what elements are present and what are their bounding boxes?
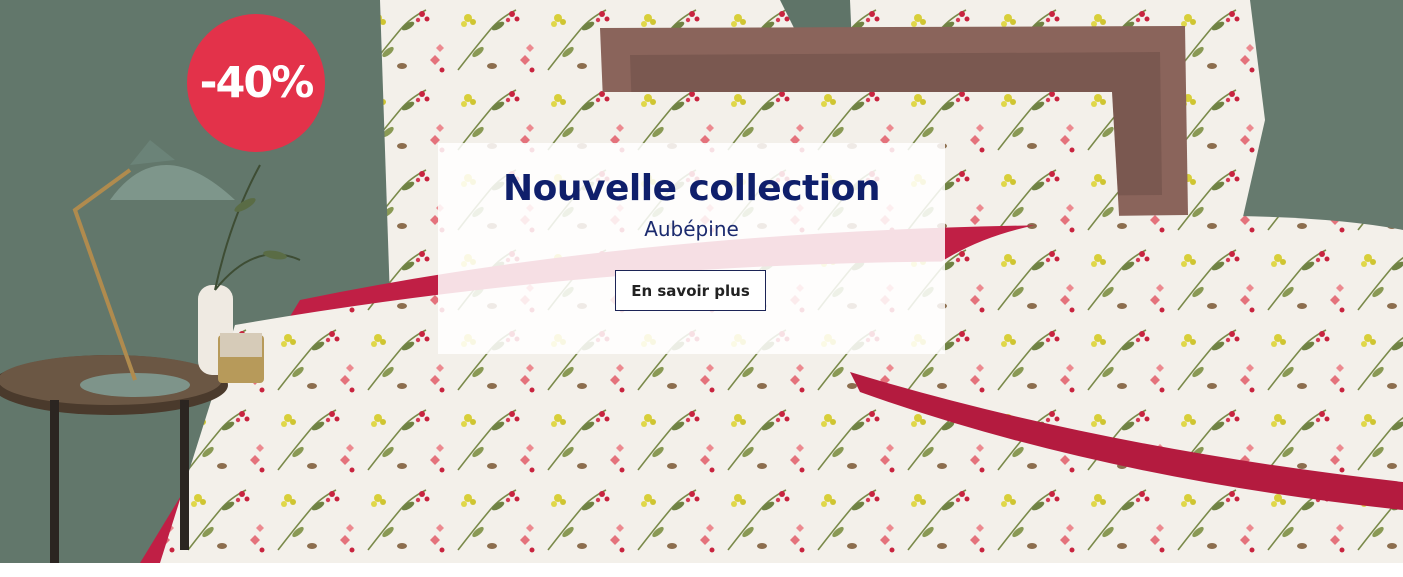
promo-subtitle: Aubépine [644, 217, 739, 241]
hero-banner[interactable]: -40% Nouvelle collection Aubépine En sav… [0, 0, 1403, 563]
discount-badge: -40% [187, 14, 325, 152]
learn-more-button[interactable]: En savoir plus [615, 270, 766, 311]
promo-card: Nouvelle collection Aubépine En savoir p… [438, 143, 945, 354]
promo-title: Nouvelle collection [503, 168, 880, 209]
